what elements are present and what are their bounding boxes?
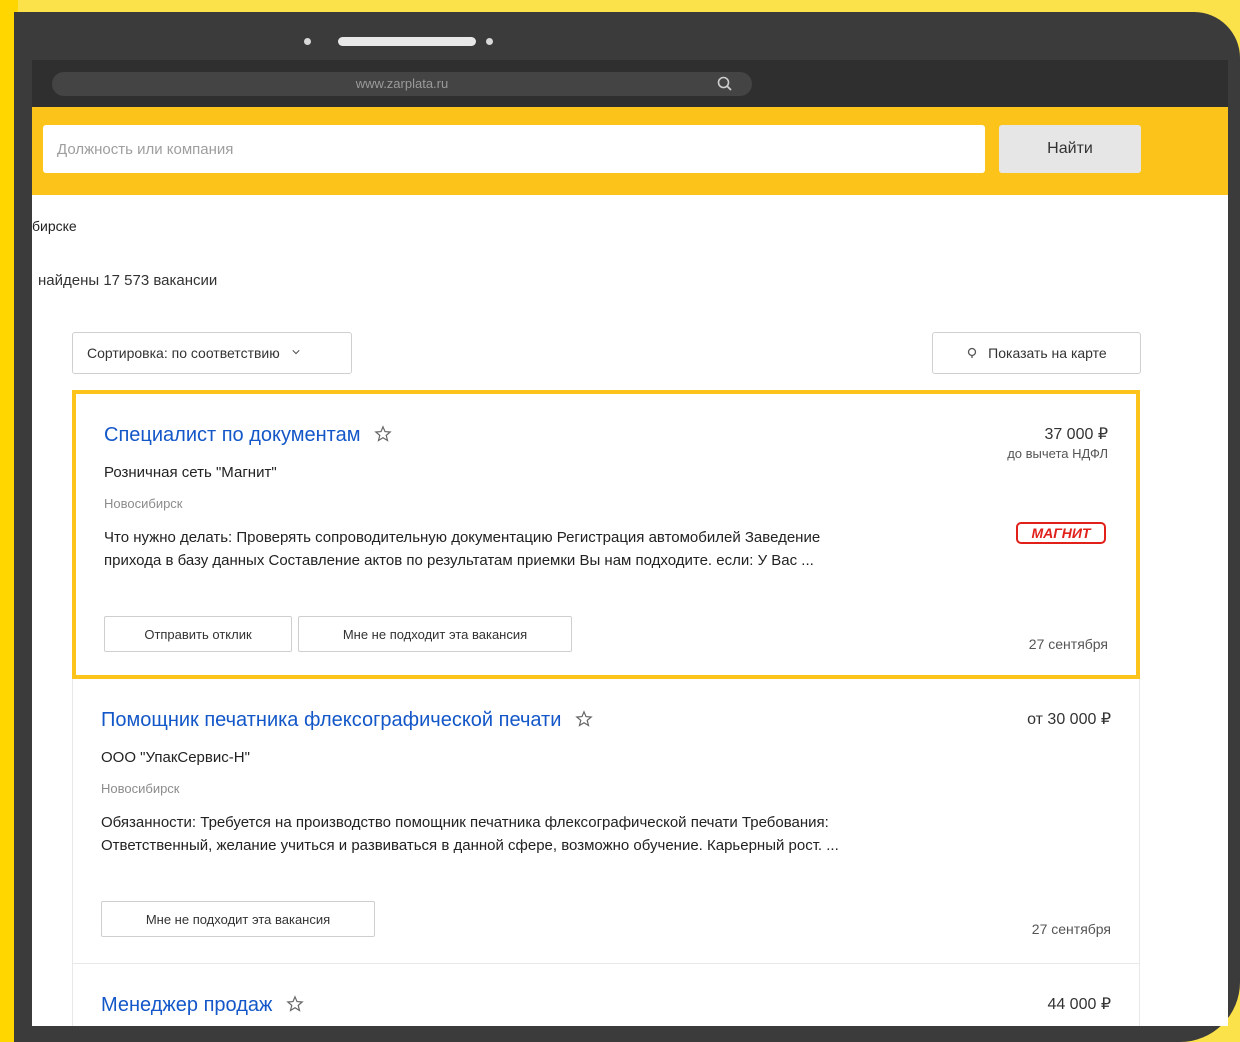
find-button[interactable]: Найти <box>999 125 1141 173</box>
company-logo-text: МАГНИТ <box>1031 525 1092 541</box>
search-icon[interactable] <box>716 75 734 93</box>
company-name[interactable]: ООО "УпакСервис-Н" <box>101 749 250 766</box>
vacancy-description: Что нужно делать: Проверять сопроводител… <box>104 529 821 569</box>
address-bar[interactable]: www.zarplata.ru <box>52 72 752 96</box>
results-count: найдены 17 573 вакансии <box>38 272 218 289</box>
vacancy-card: Специалист по документам Розничная сеть … <box>72 390 1140 679</box>
salary: 44 000 ₽ <box>1047 996 1111 1013</box>
publish-date: 27 сентября <box>1031 921 1111 937</box>
publish-date: 27 сентября <box>1028 636 1108 652</box>
star-icon[interactable] <box>575 710 593 728</box>
map-label: Показать на карте <box>988 345 1107 361</box>
vacancy-city: Новосибирск <box>101 781 180 796</box>
browser-toolbar: www.zarplata.ru <box>32 60 1228 107</box>
respond-button[interactable]: Отправить отклик <box>104 616 292 652</box>
vacancy-title: Специалист по документам <box>104 424 361 446</box>
speaker-grill <box>338 37 476 46</box>
url-text: www.zarplata.ru <box>355 76 449 91</box>
vacancy-title: Помощник печатника флексографической печ… <box>101 709 562 731</box>
search-panel: Найти <box>32 107 1228 195</box>
sort-dropdown[interactable]: Сортировка: по соответствию <box>72 332 352 374</box>
salary-note: до вычета НДФЛ <box>1007 446 1108 461</box>
not-suitable-button[interactable]: Мне не подходит эта вакансия <box>298 616 572 652</box>
salary: 37 000 ₽ <box>1044 426 1108 443</box>
star-icon[interactable] <box>286 995 304 1013</box>
chevron-down-icon <box>292 350 300 355</box>
sensor-dot <box>486 38 493 45</box>
camera-dot <box>304 38 311 45</box>
vacancy-description: Обязанности: Требуется на производство п… <box>101 814 839 854</box>
screen: www.zarplata.ru Найти бирске найдены 17 … <box>32 60 1228 1026</box>
tablet-frame: www.zarplata.ru Найти бирске найдены 17 … <box>14 12 1240 1042</box>
search-input[interactable] <box>43 125 985 173</box>
company-name[interactable]: Розничная сеть "Магнит" <box>104 464 277 481</box>
location-text: бирске <box>32 218 77 234</box>
vacancy-title-link[interactable]: Специалист по документам <box>104 424 392 447</box>
show-on-map-button[interactable]: Показать на карте <box>932 332 1141 374</box>
vacancy-card: Помощник печатника флексографической печ… <box>72 679 1140 964</box>
vacancy-card: Менеджер продаж 44 000 ₽ <box>72 964 1140 1026</box>
vacancy-title: Менеджер продаж <box>101 994 273 1016</box>
vacancy-city: Новосибирск <box>104 496 183 511</box>
vacancy-title-link[interactable]: Помощник печатника флексографической печ… <box>101 709 593 732</box>
salary: от 30 000 ₽ <box>1027 711 1111 728</box>
company-logo: МАГНИТ <box>1016 522 1106 544</box>
vacancy-title-link[interactable]: Менеджер продаж <box>101 994 304 1017</box>
sort-label: Сортировка: по соответствию <box>87 345 280 361</box>
camera-bar <box>304 34 504 48</box>
star-icon[interactable] <box>374 425 392 443</box>
map-pin-icon <box>968 347 977 358</box>
not-suitable-button[interactable]: Мне не подходит эта вакансия <box>101 901 375 937</box>
